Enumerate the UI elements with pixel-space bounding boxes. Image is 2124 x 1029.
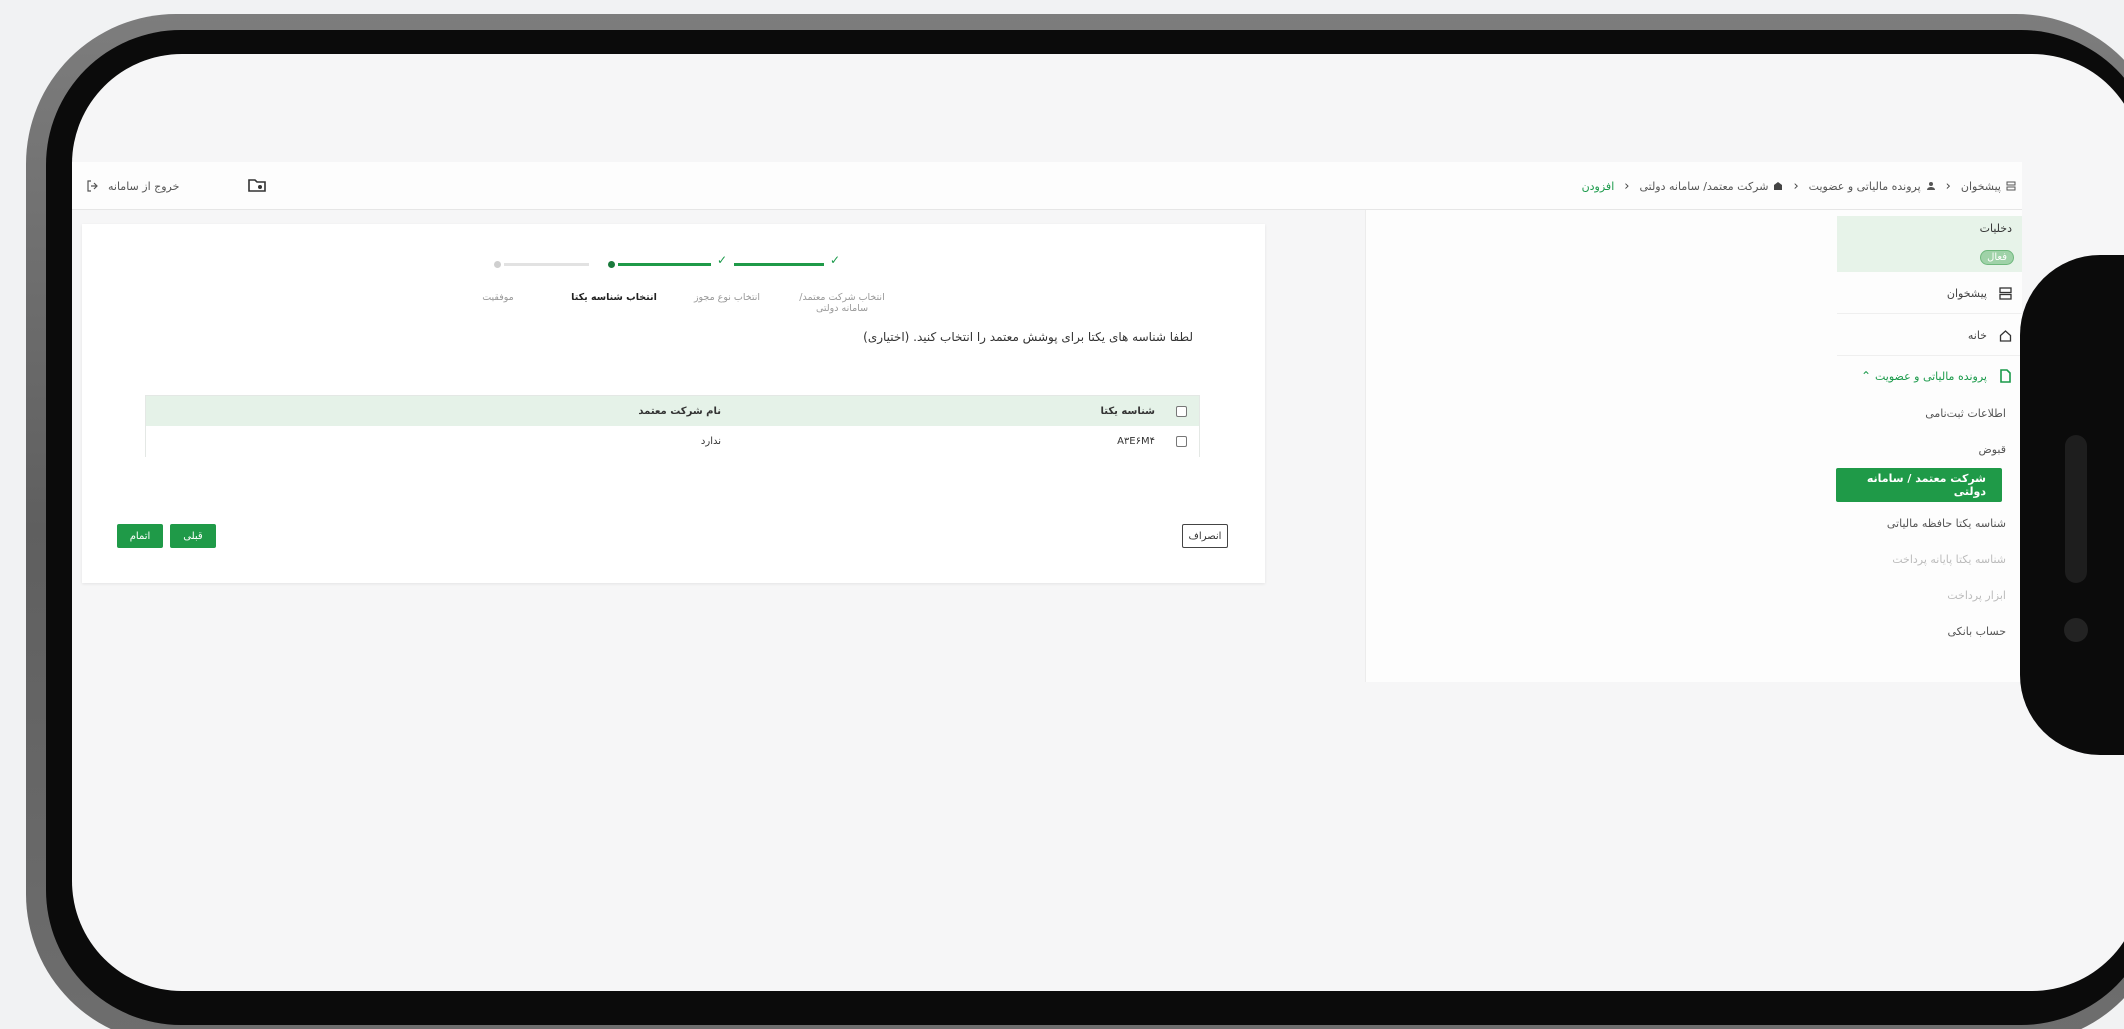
breadcrumb-item-tax-file[interactable]: پرونده مالیاتی و عضویت	[1809, 180, 1936, 193]
table-row[interactable]: A۳E۶M۴ ندارد	[146, 426, 1199, 457]
sidebar-subitem-label: حساب بانکی	[1947, 624, 2006, 638]
check-icon: ✓	[717, 253, 728, 267]
user-name: دخلیات	[1979, 222, 2012, 235]
column-header-id: شناسه یکتا	[1100, 405, 1155, 417]
sidebar-subitem-label: قبوض	[1978, 442, 2006, 456]
step-label-select-id: انتخاب شناسه یکتا	[571, 292, 657, 303]
sidebar-item-home[interactable]: خانه	[1837, 316, 2022, 356]
dashboard-icon	[1999, 287, 2012, 300]
sidebar-subitem-trusted-company[interactable]: شرکت معتمد / سامانه دولتی	[1836, 468, 2002, 502]
previous-button[interactable]: قبلی	[170, 524, 216, 548]
camera-icon	[2064, 618, 2088, 642]
sidebar-subitem-label: اطلاعات ثبت‌نامی	[1925, 406, 2006, 420]
chevron-up-icon[interactable]: ⌃	[1861, 369, 1871, 383]
step-label-success: موفقیت	[482, 292, 514, 303]
sidebar-subitem-tax-memory-id[interactable]: شناسه یکتا حافظه مالیاتی	[1857, 506, 2022, 540]
breadcrumb-item-trusted-company[interactable]: شرکت معتمد/ سامانه دولتی	[1639, 180, 1783, 193]
logout-icon	[87, 180, 98, 192]
breadcrumb: پیشخوان ‹ پرونده مالیاتی و عضویت ‹ شرکت …	[1582, 162, 2022, 210]
sidebar-subitem-payment-terminal-id: شناسه یکتا پایانه پرداخت	[1857, 542, 2022, 576]
table-header: شناسه یکتا نام شرکت معتمد	[146, 396, 1199, 426]
sidebar-subitem-bills[interactable]: قبوض	[1857, 432, 2022, 466]
step-connector	[504, 263, 589, 266]
top-bar: خروج از سامانه پیشخوان ‹ پرونده مالیاتی …	[72, 162, 2022, 210]
step-pending-dot	[494, 261, 501, 268]
breadcrumb-label: افزودن	[1581, 179, 1615, 193]
sidebar-subitem-label: شرکت معتمد / سامانه دولتی	[1866, 472, 1986, 498]
chevron-left-icon: ‹	[1945, 178, 1951, 194]
status-badge: فعال	[1980, 250, 2014, 265]
logout-button[interactable]: خروج از سامانه	[86, 162, 179, 210]
chevron-left-icon: ‹	[1793, 178, 1799, 194]
select-all-checkbox[interactable]	[1176, 396, 1187, 426]
dashboard-icon	[2006, 181, 2016, 191]
building-icon	[1774, 182, 1783, 190]
ids-table: شناسه یکتا نام شرکت معتمد A۳E۶M۴ ندارد	[145, 395, 1200, 457]
sidebar-subitem-registration-info[interactable]: اطلاعات ثبت‌نامی	[1857, 396, 2022, 430]
sidebar-item-dashboard[interactable]: پیشخوان	[1837, 274, 2022, 314]
instruction-text: لطفا شناسه های یکتا برای پوشش معتمد را ا…	[863, 330, 1193, 344]
row-checkbox[interactable]	[1176, 426, 1187, 457]
step-label-trusted-company: انتخاب شرکت معتمد/سامانه دولتی	[799, 292, 885, 314]
cancel-button[interactable]: انصراف	[1182, 524, 1228, 548]
breadcrumb-item-dashboard[interactable]: پیشخوان	[1961, 180, 2016, 193]
cell-id: A۳E۶M۴	[1117, 436, 1155, 447]
sidebar-item-label: خانه	[1967, 329, 1987, 342]
finish-button[interactable]: اتمام	[117, 524, 163, 548]
folder-user-icon[interactable]	[248, 177, 266, 193]
user-box: دخلیات فعال	[1837, 216, 2022, 272]
column-header-company: نام شرکت معتمد	[638, 405, 721, 417]
chevron-left-icon: ‹	[1624, 178, 1630, 194]
sidebar-subitem-label: شناسه یکتا پایانه پرداخت	[1892, 552, 2006, 566]
sidebar-subitem-label: شناسه یکتا حافظه مالیاتی	[1886, 516, 2006, 530]
sidebar-subitem-bank-account[interactable]: حساب بانکی	[1857, 614, 2022, 648]
step-current-dot	[608, 261, 615, 268]
breadcrumb-label: شرکت معتمد/ سامانه دولتی	[1639, 179, 1769, 193]
speaker-grille	[2065, 435, 2087, 583]
step-label-license-type: انتخاب نوع مجوز	[693, 292, 761, 303]
app-screen: خروج از سامانه پیشخوان ‹ پرونده مالیاتی …	[72, 54, 2124, 991]
logout-label: خروج از سامانه	[108, 179, 180, 193]
breadcrumb-label: پیشخوان	[1960, 179, 2001, 193]
sidebar-item-label: پرونده مالیاتی و عضویت	[1875, 369, 1987, 383]
sidebar: دخلیات فعال پیشخوان خانه پرونده مالیاتی …	[1365, 210, 2022, 682]
home-icon	[1999, 330, 2012, 342]
sidebar-item-label: پیشخوان	[1946, 287, 1987, 300]
main-card: ✓ ✓ موفقیت انتخاب شناسه یکتا انتخاب نوع …	[82, 224, 1265, 583]
step-connector	[618, 263, 711, 266]
breadcrumb-label: پرونده مالیاتی و عضویت	[1808, 179, 1921, 193]
sidebar-subitem-payment-tools: ابزار پرداخت	[1857, 578, 2022, 612]
sidebar-item-tax-file[interactable]: پرونده مالیاتی و عضویت ⌃	[1837, 356, 2022, 396]
user-icon	[1926, 182, 1935, 190]
check-icon: ✓	[830, 253, 841, 267]
breadcrumb-item-add: افزودن	[1582, 180, 1615, 193]
file-icon	[2000, 369, 2011, 383]
stepper: ✓ ✓ موفقیت انتخاب شناسه یکتا انتخاب نوع …	[477, 248, 917, 318]
cell-company: ندارد	[700, 436, 721, 447]
step-connector	[734, 263, 824, 266]
sidebar-subitem-label: ابزار پرداخت	[1947, 588, 2006, 602]
